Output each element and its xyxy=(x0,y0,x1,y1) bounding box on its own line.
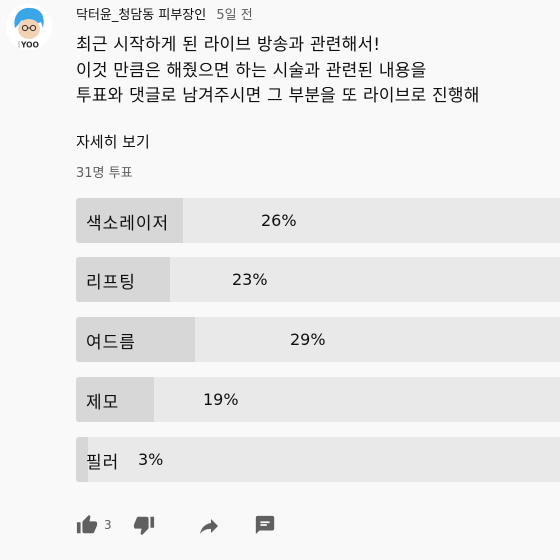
poll-vote-count: 31명 투표 xyxy=(76,166,133,181)
poll-option[interactable]: 여드름 29% xyxy=(76,317,560,362)
poll-option-label: 제모 xyxy=(86,393,120,413)
poll-option-percent: 23% xyxy=(232,270,268,289)
like-count: 3 xyxy=(104,518,112,532)
poll-option-label: 리프팅 xyxy=(86,273,136,293)
poll-option-label: 필러 xyxy=(86,453,120,473)
body-line: 투표와 댓글로 남겨주시면 그 부분을 또 라이브로 진행해 xyxy=(76,86,480,106)
poll-option-percent: 26% xyxy=(261,211,297,230)
reply-button[interactable] xyxy=(254,514,276,536)
comment-header: 닥터윤_청담동 피부장인 5일 전 xyxy=(76,4,253,23)
timestamp[interactable]: 5일 전 xyxy=(216,8,252,23)
poll-option[interactable]: 색소레이저 26% xyxy=(76,198,560,243)
comment-body: 최근 시작하게 된 라이브 방송과 관련해서! 이것 만큼은 해줬으면 하는 시술… xyxy=(76,33,560,110)
poll-option[interactable]: 제모 19% xyxy=(76,377,560,422)
reply-icon xyxy=(254,514,276,536)
poll-option-label: 색소레이저 xyxy=(86,214,170,234)
poll-option[interactable]: 필러 3% xyxy=(76,437,560,482)
body-line: 이것 만큼은 해줬으면 하는 시술과 관련된 내용을 xyxy=(76,60,427,81)
avatar[interactable]: YOO xyxy=(6,4,52,50)
avatar-text: YOO xyxy=(20,41,39,50)
share-icon xyxy=(196,514,222,538)
poll-option-percent: 19% xyxy=(203,390,239,409)
poll-option[interactable]: 리프팅 23% xyxy=(76,257,560,302)
poll-option-label: 여드름 xyxy=(86,333,136,353)
thumb-up-icon xyxy=(76,514,98,536)
poll-option-percent: 3% xyxy=(138,450,164,469)
read-more-button[interactable]: 자세히 보기 xyxy=(76,131,150,152)
like-button[interactable]: 3 xyxy=(76,514,112,536)
dislike-button[interactable] xyxy=(133,514,155,536)
body-line: 최근 시작하게 된 라이브 방송과 관련해서! xyxy=(76,35,381,55)
author-name[interactable]: 닥터윤_청담동 피부장인 xyxy=(76,8,206,23)
poll-option-percent: 29% xyxy=(290,330,326,349)
share-button[interactable] xyxy=(196,514,222,538)
thumb-down-icon xyxy=(133,514,155,536)
